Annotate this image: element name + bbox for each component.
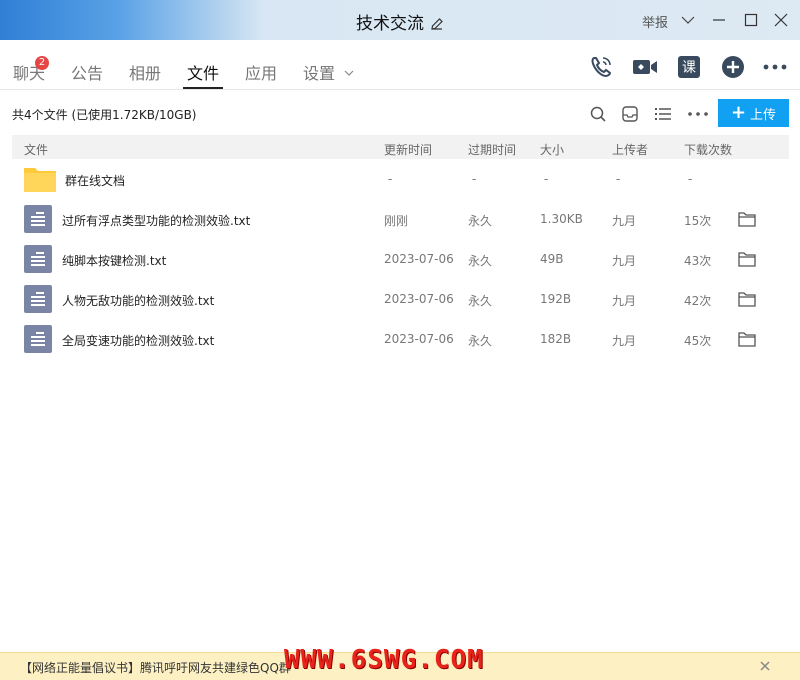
file-updated: 2023-07-06	[384, 332, 454, 346]
watermark: WWW.6SWG.COM	[284, 645, 484, 675]
folder-expires: -	[472, 172, 477, 186]
file-downloads: 42次	[684, 294, 712, 308]
column-header-uploader[interactable]: 上传者	[612, 141, 648, 158]
inbox-icon[interactable]	[620, 104, 640, 124]
class-lesson-icon[interactable]: 课	[676, 54, 702, 80]
svg-text:课: 课	[682, 60, 696, 76]
minimize-icon[interactable]	[709, 10, 729, 30]
tab-announcement[interactable]: 公告	[71, 60, 103, 84]
column-header-updated[interactable]: 更新时间	[384, 141, 432, 158]
file-updated: 2023-07-06	[384, 252, 454, 266]
text-file-icon	[24, 205, 52, 233]
text-file-icon	[24, 285, 52, 313]
edit-pencil-icon[interactable]	[430, 16, 444, 36]
file-uploader: 九月	[612, 254, 637, 268]
file-size: 192B	[540, 292, 572, 306]
file-expires: 永久	[468, 214, 493, 228]
file-name: 过所有浮点类型功能的检测效验.txt	[62, 214, 251, 228]
close-notice-icon[interactable]	[757, 658, 773, 674]
table-header: 文件 更新时间 过期时间 大小 上传者 下载次数	[12, 135, 789, 159]
text-file-icon	[24, 325, 52, 353]
search-icon[interactable]	[588, 104, 608, 124]
folder-size: -	[544, 172, 549, 186]
folder-updated: -	[388, 172, 393, 186]
file-updated: 2023-07-06	[384, 292, 454, 306]
column-header-downloads[interactable]: 下载次数	[684, 141, 732, 158]
file-row[interactable]: 人物无敌功能的检测效验.txt 2023-07-06 永久 192B 九月 42…	[12, 279, 789, 319]
report-button[interactable]: 举报	[642, 12, 668, 31]
file-uploader: 九月	[612, 214, 637, 228]
file-expires: 永久	[468, 334, 493, 348]
folder-icon	[24, 165, 56, 193]
open-folder-icon[interactable]	[738, 211, 756, 227]
active-tab-indicator	[183, 87, 223, 89]
text-file-icon	[24, 245, 52, 273]
file-row[interactable]: 纯脚本按键检测.txt 2023-07-06 永久 49B 九月 43次	[12, 239, 789, 279]
add-circle-icon[interactable]	[720, 54, 746, 80]
file-row[interactable]: 全局变速功能的检测效验.txt 2023-07-06 永久 182B 九月 45…	[12, 319, 789, 359]
unread-badge: 2	[35, 56, 49, 70]
maximize-icon[interactable]	[741, 10, 761, 30]
open-folder-icon[interactable]	[738, 291, 756, 307]
file-size: 49B	[540, 252, 564, 266]
storage-summary: 共4个文件 (已使用1.72KB/10GB)	[12, 108, 197, 122]
column-header-size[interactable]: 大小	[540, 141, 564, 158]
tab-settings-label: 设置	[303, 64, 336, 83]
folder-row[interactable]: 群在线文档 - - - - -	[12, 159, 789, 199]
file-name: 纯脚本按键检测.txt	[62, 254, 167, 268]
file-uploader: 九月	[612, 334, 637, 348]
open-folder-icon[interactable]	[738, 251, 756, 267]
tab-files[interactable]: 文件	[187, 60, 219, 84]
file-name: 全局变速功能的检测效验.txt	[62, 334, 215, 348]
file-expires: 永久	[468, 294, 493, 308]
chevron-down-icon	[344, 70, 354, 76]
close-icon[interactable]	[771, 10, 791, 30]
file-name: 人物无敌功能的检测效验.txt	[62, 294, 215, 308]
file-uploader: 九月	[612, 294, 637, 308]
more-icon[interactable]	[762, 54, 788, 80]
list-view-icon[interactable]	[653, 104, 673, 124]
folder-uploader: -	[616, 172, 621, 186]
file-downloads: 45次	[684, 334, 712, 348]
file-expires: 永久	[468, 254, 493, 268]
chevron-down-icon[interactable]	[678, 10, 698, 30]
folder-downloads: -	[688, 172, 693, 186]
window-title-text: 技术交流	[356, 14, 424, 34]
phone-call-icon[interactable]	[588, 54, 614, 80]
video-call-icon[interactable]	[632, 54, 658, 80]
notice-text[interactable]: 【网络正能量倡议书】腾讯呼吁网友共建绿色QQ群	[20, 659, 291, 676]
file-size: 182B	[540, 332, 572, 346]
column-header-expires[interactable]: 过期时间	[468, 141, 516, 158]
file-size: 1.30KB	[540, 212, 583, 226]
upload-button-label: 上传	[750, 107, 777, 123]
tab-apps[interactable]: 应用	[245, 60, 277, 84]
tab-album[interactable]: 相册	[129, 60, 161, 84]
file-downloads: 43次	[684, 254, 712, 268]
open-folder-icon[interactable]	[738, 331, 756, 347]
tab-settings[interactable]: 设置	[303, 60, 354, 84]
file-row[interactable]: 过所有浮点类型功能的检测效验.txt 刚刚 永久 1.30KB 九月 15次	[12, 199, 789, 239]
file-updated: 刚刚	[384, 214, 409, 228]
upload-button[interactable]: + 上传	[718, 99, 789, 127]
more-options-icon[interactable]	[688, 104, 708, 124]
column-header-file[interactable]: 文件	[24, 141, 48, 158]
plus-icon: +	[730, 102, 747, 123]
folder-name: 群在线文档	[65, 174, 126, 188]
file-downloads: 15次	[684, 214, 712, 228]
